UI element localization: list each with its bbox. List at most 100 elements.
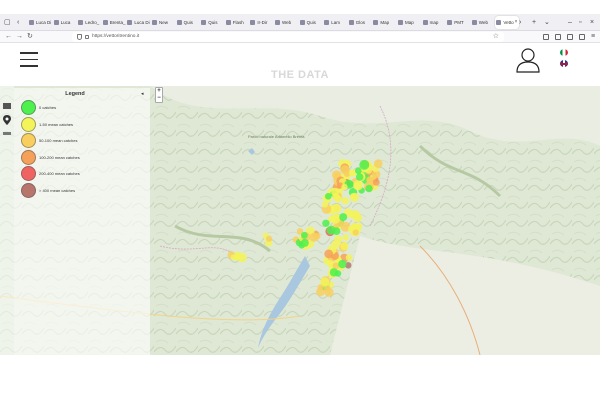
tracking-shield-icon[interactable] [77, 34, 82, 40]
browser-tab[interactable]: Glos [348, 16, 372, 29]
tab-favicon-icon [373, 20, 379, 25]
tab-list-icon[interactable]: ▢ [4, 17, 11, 28]
tab-label: Luca Di [36, 20, 52, 25]
tab-favicon-icon [496, 20, 502, 25]
legend-item: > 400 mean catches [21, 182, 146, 199]
browser-tab[interactable]: Map [397, 16, 421, 29]
catch-point[interactable] [353, 180, 364, 191]
browser-tab[interactable]: New [151, 16, 175, 29]
tab-label: Luca Di [134, 20, 150, 25]
browser-tab[interactable]: Luca [53, 16, 77, 29]
maximize-icon[interactable]: ▫ [579, 17, 581, 28]
english-flag-icon[interactable] [560, 60, 568, 67]
catch-point[interactable] [352, 229, 359, 236]
pocket-icon[interactable] [543, 34, 549, 40]
browser-tab[interactable]: map [422, 16, 446, 29]
catch-point[interactable] [320, 277, 330, 287]
account-icon[interactable] [579, 34, 585, 40]
close-window-icon[interactable]: × [590, 17, 594, 28]
close-tab-icon[interactable]: × [514, 16, 517, 29]
new-tab-icon[interactable]: + [532, 17, 536, 28]
scroll-tabs-right-icon[interactable]: › [519, 17, 521, 28]
catch-point[interactable] [266, 235, 273, 242]
browser-tab-active[interactable]: Vetto × [495, 16, 520, 29]
catch-point[interactable] [321, 201, 329, 208]
catch-point[interactable] [355, 167, 362, 175]
url-text[interactable]: https://vettoritrentino.it [92, 32, 139, 42]
catch-point[interactable] [345, 254, 353, 261]
location-pin-icon[interactable] [3, 115, 11, 125]
catch-point[interactable] [326, 225, 336, 235]
catch-point[interactable] [341, 196, 350, 205]
browser-tab[interactable]: Map [372, 16, 396, 29]
browser-tab[interactable]: Ledro_ [77, 16, 101, 29]
extensions-icon[interactable] [567, 34, 573, 40]
catch-point[interactable] [339, 213, 348, 222]
tab-label: Luca [60, 20, 71, 25]
zoom-in-button[interactable]: + [156, 88, 162, 95]
tab-favicon-icon [275, 20, 280, 25]
bookmark-star-icon[interactable]: ☆ [493, 32, 499, 42]
legend-item: 1-50 mean catches [21, 116, 146, 133]
app-menu-icon[interactable]: ≡ [591, 32, 595, 42]
catch-point[interactable] [332, 193, 340, 200]
catch-point[interactable] [353, 213, 363, 223]
catch-map[interactable]: Parco naturale Adamello Brenta Legend ◂ … [0, 86, 600, 355]
catch-point[interactable] [342, 234, 350, 241]
browser-tab[interactable]: Web [274, 16, 298, 29]
browser-tab[interactable]: Quis [200, 16, 224, 29]
forward-icon[interactable]: → [16, 32, 23, 42]
catch-point[interactable] [331, 240, 340, 249]
catch-point[interactable] [372, 178, 380, 186]
catch-point[interactable] [355, 173, 364, 181]
measure-icon[interactable] [3, 132, 11, 135]
catch-point[interactable] [301, 231, 308, 239]
catch-point[interactable] [350, 192, 360, 202]
catch-point[interactable] [300, 238, 309, 247]
minimize-icon[interactable]: – [568, 17, 572, 28]
catch-point[interactable] [324, 193, 332, 200]
browser-tab[interactable]: Web [471, 16, 495, 29]
catch-point[interactable] [359, 159, 370, 170]
catch-point[interactable] [338, 259, 347, 269]
catch-point[interactable] [322, 219, 330, 227]
browser-tab[interactable]: Ir-Dir [249, 16, 273, 29]
list-all-tabs-icon[interactable]: ⌄ [544, 17, 550, 28]
catch-point[interactable] [309, 233, 319, 242]
legend-swatch [21, 116, 36, 132]
tab-favicon-icon [127, 20, 133, 25]
reload-icon[interactable]: ↻ [27, 32, 33, 42]
downloads-icon[interactable] [555, 34, 561, 40]
tab-label: Flash [232, 20, 244, 25]
browser-tab[interactable]: Flash [225, 16, 249, 29]
browser-tab[interactable]: Brenta_ [102, 16, 126, 29]
catch-point[interactable] [374, 159, 383, 168]
lock-icon[interactable] [85, 35, 89, 39]
layers-icon[interactable] [3, 103, 11, 109]
browser-tab[interactable]: Lam [323, 16, 347, 29]
legend-swatch [21, 100, 36, 115]
tab-label: map [429, 20, 439, 25]
url-bar[interactable]: https://vettoritrentino.it ☆ [72, 32, 504, 42]
catch-point[interactable] [230, 254, 237, 261]
browser-tab[interactable]: Luca Di [126, 16, 150, 29]
menu-hamburger-icon[interactable] [20, 52, 38, 67]
catch-point[interactable] [330, 214, 340, 224]
catch-point[interactable] [341, 183, 348, 190]
catch-point[interactable] [340, 242, 349, 251]
italian-flag-icon[interactable] [560, 49, 568, 56]
legend-collapse-icon[interactable]: ◂ [141, 91, 144, 97]
catch-point[interactable] [334, 270, 342, 277]
user-account-icon[interactable] [515, 47, 541, 73]
back-icon[interactable]: ← [5, 32, 12, 42]
tab-favicon-icon [471, 20, 477, 25]
scroll-tabs-left-icon[interactable]: ‹ [17, 17, 19, 28]
browser-tab[interactable]: Luca Di [28, 16, 52, 29]
browser-tab[interactable]: Quis [299, 16, 323, 29]
browser-tab[interactable]: Quis [176, 16, 200, 29]
zoom-out-button[interactable]: − [156, 95, 162, 102]
catch-point[interactable] [324, 287, 334, 297]
catch-point[interactable] [365, 184, 373, 193]
catch-point[interactable] [324, 249, 334, 259]
browser-tab[interactable]: PMT [446, 16, 470, 29]
